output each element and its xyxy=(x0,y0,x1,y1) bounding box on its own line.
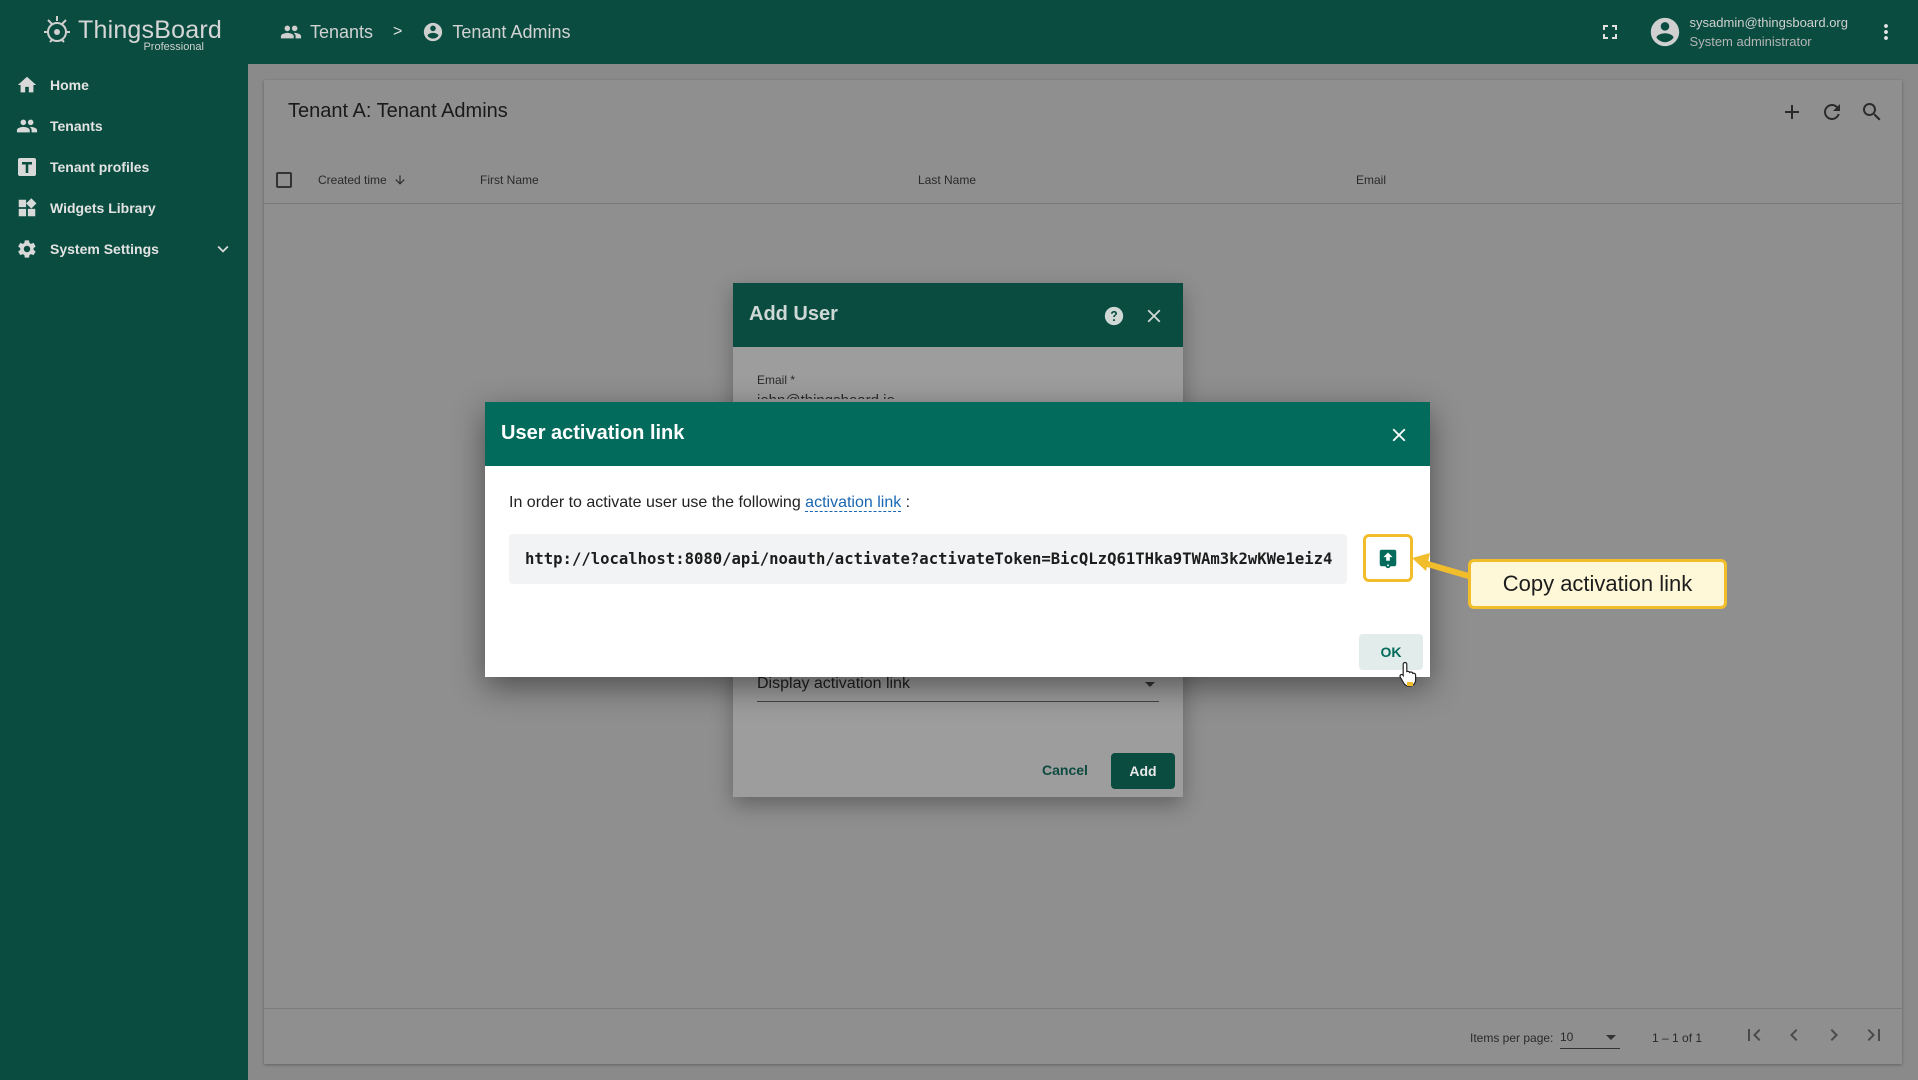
copy-link-callout: Copy activation link xyxy=(1468,559,1727,609)
previous-page-icon[interactable] xyxy=(1782,1023,1806,1047)
breadcrumb-label: Tenant Admins xyxy=(452,21,571,42)
activation-url-box: http://localhost:8080/api/noauth/activat… xyxy=(509,534,1347,584)
activation-link-dialog-header: User activation link xyxy=(485,402,1430,466)
next-page-icon[interactable] xyxy=(1822,1023,1846,1047)
account-circle-icon xyxy=(424,22,443,42)
sidebar-item-system-settings[interactable]: System Settings xyxy=(0,229,248,269)
sidebar-item-tenants[interactable]: Tenants xyxy=(0,106,248,146)
sidebar-item-label: Tenant profiles xyxy=(50,159,150,175)
email-field[interactable]: john@thingsboard.io xyxy=(757,392,895,399)
page-navigation xyxy=(1742,1023,1886,1047)
table-header: Created time First Name Last Name Email xyxy=(264,156,1902,204)
column-first-name[interactable]: First Name xyxy=(480,173,539,187)
brand-edition: Professional xyxy=(143,41,204,53)
people-icon xyxy=(280,25,302,39)
dropdown-arrow-icon xyxy=(1606,1035,1616,1040)
column-email[interactable]: Email xyxy=(1356,173,1386,187)
items-per-page-value: 10 xyxy=(1560,1030,1574,1044)
add-user-dialog-title: Add User xyxy=(749,303,838,325)
last-page-icon[interactable] xyxy=(1862,1023,1886,1047)
people-icon xyxy=(16,115,38,137)
instructions-text: In order to activate user use the follow… xyxy=(509,494,801,511)
home-icon xyxy=(16,74,38,96)
select-all-checkbox[interactable] xyxy=(276,172,292,188)
sidebar-item-label: Widgets Library xyxy=(50,200,156,216)
first-page-icon[interactable] xyxy=(1742,1023,1766,1047)
user-info[interactable]: sysadmin@thingsboard.org System administ… xyxy=(1690,13,1848,51)
sidebar-item-home[interactable]: Home xyxy=(0,65,248,105)
logo[interactable]: ThingsBoard Professional xyxy=(38,12,222,54)
top-right-tools: sysadmin@thingsboard.org System administ… xyxy=(1598,0,1918,64)
breadcrumb-separator: > xyxy=(393,23,403,40)
column-label: First Name xyxy=(480,173,539,187)
breadcrumb-tenant-admins[interactable]: Tenant Admins xyxy=(422,21,570,43)
more-vert-icon[interactable] xyxy=(1874,20,1898,44)
sidebar-item-tenant-profiles[interactable]: Tenant profiles xyxy=(0,147,248,187)
widgets-icon xyxy=(16,197,38,219)
user-role: System administrator xyxy=(1689,34,1812,49)
cancel-button[interactable]: Cancel xyxy=(1035,752,1095,788)
breadcrumb-tenants[interactable]: Tenants xyxy=(280,21,373,43)
search-icon[interactable] xyxy=(1860,100,1884,124)
column-last-name[interactable]: Last Name xyxy=(918,173,976,187)
items-per-page-label: Items per page: xyxy=(1470,1031,1554,1045)
add-button[interactable]: Add xyxy=(1111,753,1175,789)
arrow-down-icon xyxy=(395,175,405,185)
sidebar: Home Tenants Tenant profiles Widgets Lib… xyxy=(0,64,248,1080)
gear-icon xyxy=(16,238,38,260)
activation-link-dialog: User activation link In order to activat… xyxy=(485,402,1430,677)
add-icon[interactable] xyxy=(1780,100,1804,124)
email-label: Email * xyxy=(757,373,796,387)
activation-url: http://localhost:8080/api/noauth/activat… xyxy=(525,550,1333,568)
close-icon[interactable] xyxy=(1143,305,1165,327)
items-per-page-select[interactable]: 10 xyxy=(1560,1027,1620,1049)
breadcrumb: Tenants > Tenant Admins xyxy=(280,18,570,46)
callout-arrow-icon xyxy=(1412,553,1474,580)
sidebar-item-label: Home xyxy=(50,77,89,93)
user-avatar-icon[interactable] xyxy=(1648,15,1682,49)
column-label: Last Name xyxy=(918,173,977,187)
table-toolbar xyxy=(1780,100,1884,124)
thingsboard-logo-icon xyxy=(44,16,70,43)
refresh-icon[interactable] xyxy=(1820,100,1844,124)
sidebar-item-label: System Settings xyxy=(50,241,159,257)
top-bar: ThingsBoard Professional Tenants > Tenan… xyxy=(0,0,1918,64)
activation-method-value: Display activation link xyxy=(757,675,910,692)
page-range: 1 – 1 of 1 xyxy=(1652,1031,1703,1045)
dropdown-arrow-icon xyxy=(1145,682,1155,687)
sidebar-item-label: Tenants xyxy=(50,118,103,134)
chevron-down-icon[interactable] xyxy=(212,238,234,260)
hand-cursor-icon xyxy=(1399,661,1417,687)
add-user-dialog-header: Add User xyxy=(733,283,1183,347)
activation-link[interactable]: activation link xyxy=(805,494,902,512)
help-icon[interactable] xyxy=(1103,305,1125,327)
sidebar-item-widgets-library[interactable]: Widgets Library xyxy=(0,188,248,228)
column-label: Email xyxy=(1356,173,1387,187)
activation-instructions: In order to activate user use the follow… xyxy=(509,494,910,512)
tenant-profile-icon xyxy=(16,156,38,178)
column-created-time[interactable]: Created time xyxy=(318,173,407,187)
paginator: Items per page: 10 1 – 1 of 1 xyxy=(264,1008,1902,1064)
clipboard-copy-icon xyxy=(1379,549,1397,569)
close-icon[interactable] xyxy=(1388,424,1410,446)
fullscreen-icon[interactable] xyxy=(1598,20,1622,44)
user-email: sysadmin@thingsboard.org xyxy=(1689,15,1848,30)
instructions-suffix: : xyxy=(905,494,911,511)
copy-activation-link-button[interactable] xyxy=(1363,534,1413,582)
breadcrumb-label: Tenants xyxy=(310,21,374,42)
activation-link-dialog-title: User activation link xyxy=(501,422,685,444)
page-title: Tenant A: Tenant Admins xyxy=(288,100,508,122)
column-label: Created time xyxy=(318,173,387,187)
